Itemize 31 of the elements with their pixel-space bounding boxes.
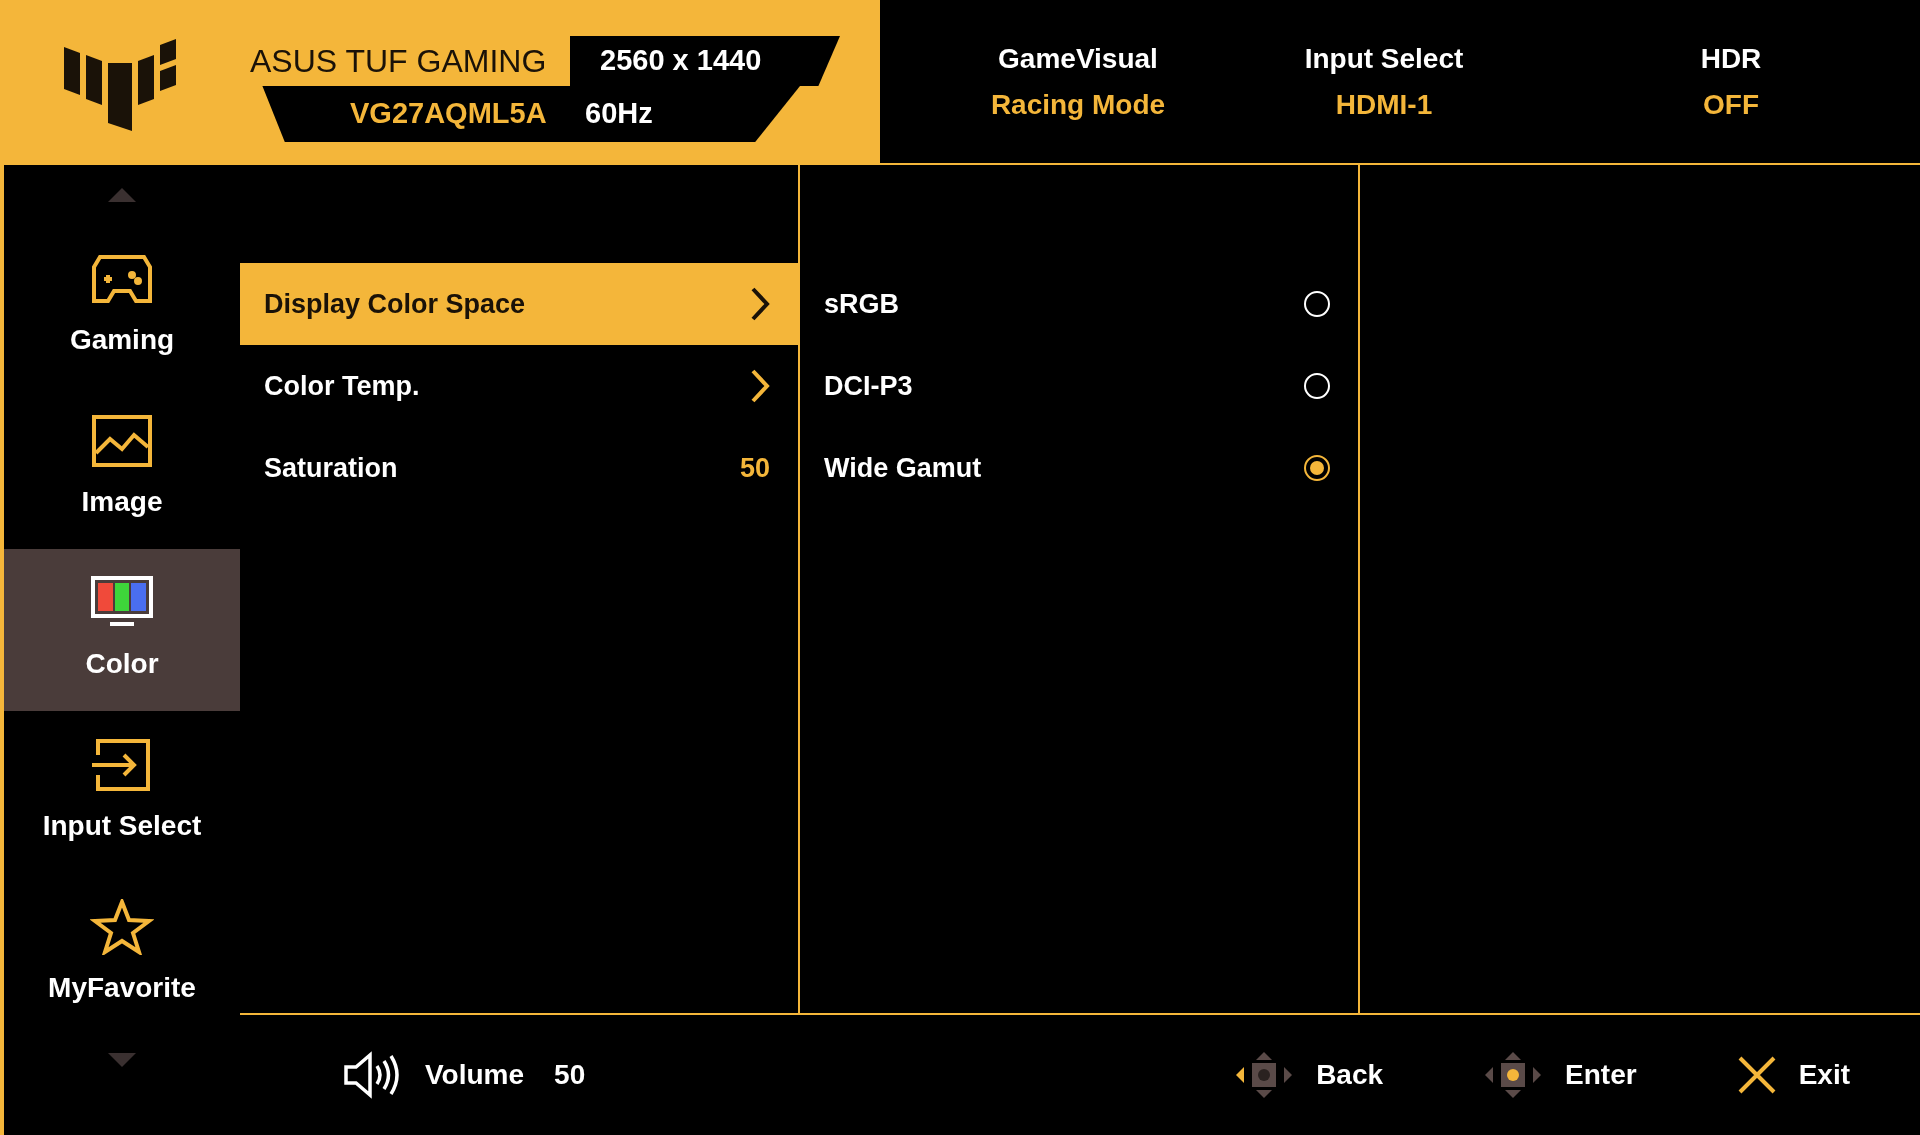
menu-item[interactable]: Display Color Space <box>240 263 798 345</box>
status-label: GameVisual <box>998 41 1158 76</box>
dpad-center-icon <box>1483 1050 1544 1100</box>
scroll-down-icon <box>108 1053 136 1067</box>
chevron-right-icon <box>750 286 770 322</box>
model-text: VG27AQML5A <box>349 96 548 132</box>
footer-action-label: Back <box>1316 1058 1384 1092</box>
volume-value: 50 <box>554 1058 586 1092</box>
refresh-rate-text: 60Hz <box>585 96 653 132</box>
option-item[interactable]: DCI-P3 <box>800 345 1358 427</box>
status-value: HDMI-1 <box>1335 87 1433 122</box>
star-icon <box>90 899 154 955</box>
chevron-right-icon <box>750 368 770 404</box>
footer-action-label: Exit <box>1798 1058 1850 1092</box>
option-item[interactable]: sRGB <box>800 263 1358 345</box>
resolution-text: 2560 x 1440 <box>600 43 762 79</box>
scroll-up-icon <box>108 188 136 202</box>
dpad-left-icon <box>1234 1050 1295 1100</box>
status-label: Input Select <box>1304 41 1464 76</box>
close-icon <box>1736 1055 1777 1095</box>
status-label: HDR <box>1700 41 1762 76</box>
volume-label: Volume <box>425 1058 525 1092</box>
radio-button[interactable] <box>1304 455 1330 481</box>
footer-action-label: Enter <box>1565 1058 1637 1092</box>
brand-text: ASUS TUF GAMING <box>249 42 548 81</box>
status-value: OFF <box>1703 87 1759 122</box>
option-item[interactable]: Wide Gamut <box>800 427 1358 509</box>
sidebar-item[interactable]: Color <box>4 549 240 711</box>
saturation-value: 50 <box>739 451 770 485</box>
image-icon <box>90 413 154 469</box>
status-value: Racing Mode <box>990 87 1166 122</box>
